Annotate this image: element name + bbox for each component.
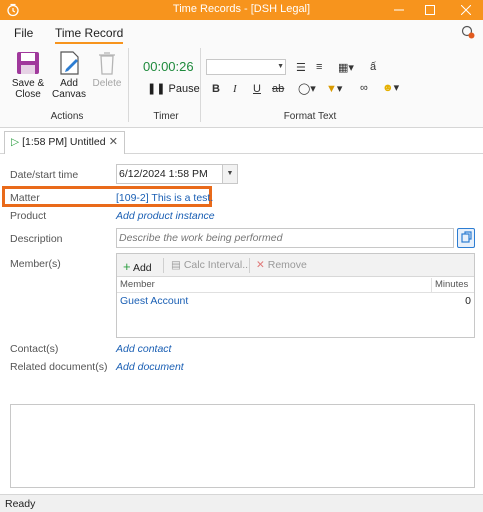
product-label: Product	[10, 210, 47, 222]
ribbon-divider	[200, 48, 201, 122]
font-size-select[interactable]: ▼	[206, 59, 286, 75]
description-input[interactable]: Describe the work being performed	[116, 228, 454, 248]
close-window-button[interactable]	[452, 0, 480, 20]
status-text: Ready	[5, 498, 36, 510]
close-tab-icon[interactable]: ✕	[109, 135, 118, 148]
description-label: Description	[10, 233, 63, 245]
members-grid: + Add ▤ Calc Interval... ✕ Remove Member…	[116, 253, 475, 338]
emoji-icon[interactable]: ☻▾	[382, 81, 399, 94]
date-start-value: 6/12/2024 1:58 PM	[119, 168, 208, 180]
related-documents-label: Related document(s)	[10, 361, 108, 373]
expand-editor-icon	[461, 231, 472, 243]
toolbar-divider	[163, 258, 164, 273]
strikethrough-button[interactable]: ab	[272, 83, 284, 95]
members-toolbar: + Add ▤ Calc Interval... ✕ Remove	[117, 254, 474, 277]
members-header: Member Minutes	[117, 278, 474, 293]
minimize-icon	[394, 9, 404, 11]
timer-display: 00:00:26	[143, 59, 194, 74]
link-icon[interactable]: ∞	[360, 82, 368, 94]
minutes-column-header[interactable]: Minutes	[435, 279, 468, 290]
delete-button[interactable]: Delete	[90, 50, 124, 89]
status-bar: Ready	[0, 494, 483, 512]
add-contact-link[interactable]: Add contact	[116, 343, 171, 355]
menu-time-record[interactable]: Time Record	[55, 26, 124, 44]
menu-file[interactable]: File	[14, 26, 33, 40]
add-document-link[interactable]: Add document	[116, 361, 184, 373]
title-bar: Time Records - [DSH Legal]	[0, 0, 483, 20]
menu-bar: File Time Record	[0, 20, 483, 44]
close-icon	[461, 5, 471, 15]
numbered-list-icon[interactable]: ≡	[316, 61, 322, 73]
help-settings-icon[interactable]	[461, 25, 475, 39]
bullet-list-icon[interactable]: ☰	[296, 61, 306, 74]
remove-member-button[interactable]: ✕ Remove	[256, 259, 307, 271]
tab-label: [1:58 PM] Untitled	[22, 136, 106, 148]
date-start-label: Date/start time	[10, 169, 79, 181]
play-icon: ▷	[11, 136, 20, 148]
date-start-field[interactable]: 6/12/2024 1:58 PM ▼	[116, 164, 238, 184]
ribbon: Save & Close Add Canvas Delete Actions 0…	[0, 44, 483, 128]
maximize-icon	[425, 5, 435, 15]
matter-link[interactable]: [109-2] This is a test.	[116, 192, 213, 204]
plus-icon: +	[123, 259, 131, 274]
pause-icon: ❚❚	[147, 83, 169, 95]
chevron-down-icon[interactable]: ▼	[222, 165, 237, 183]
calc-interval-button[interactable]: ▤ Calc Interval...	[171, 259, 251, 271]
add-canvas-icon	[60, 51, 79, 75]
member-name[interactable]: Guest Account	[120, 295, 188, 307]
trash-icon	[99, 52, 115, 75]
timer-group-label: Timer	[153, 111, 179, 122]
description-placeholder: Describe the work being performed	[119, 232, 283, 244]
save-icon	[17, 52, 39, 74]
table-row[interactable]: Guest Account 0	[117, 293, 474, 309]
matter-label: Matter	[10, 192, 40, 204]
ribbon-divider	[128, 48, 129, 122]
actions-group-label: Actions	[50, 111, 84, 122]
calculator-icon: ▤	[171, 259, 181, 271]
minimize-button[interactable]	[385, 0, 413, 20]
clear-format-icon[interactable]: ấ	[370, 61, 376, 73]
notes-editor[interactable]	[10, 404, 475, 488]
remove-x-icon: ✕	[256, 259, 265, 271]
members-label: Member(s)	[10, 258, 61, 270]
save-close-button[interactable]: Save & Close	[8, 50, 48, 100]
format-text-group-label: Format Text	[283, 111, 337, 122]
contacts-label: Contact(s)	[10, 343, 59, 355]
chevron-down-icon: ▼	[277, 63, 284, 70]
add-canvas-button[interactable]: Add Canvas	[50, 50, 88, 100]
table-icon[interactable]: ▦▾	[338, 61, 354, 74]
document-tab-strip: ▷ [1:58 PM] Untitled ✕	[0, 128, 483, 154]
add-member-button[interactable]: + Add	[123, 259, 152, 274]
member-column-header[interactable]: Member	[120, 279, 155, 290]
member-minutes[interactable]: 0	[465, 295, 471, 307]
italic-button[interactable]: I	[233, 83, 237, 95]
bold-button[interactable]: B	[212, 83, 220, 95]
tab-untitled-record[interactable]: ▷ [1:58 PM] Untitled ✕	[4, 131, 125, 154]
maximize-button[interactable]	[416, 0, 444, 20]
font-color-icon[interactable]: ◯▾	[298, 82, 316, 95]
underline-button[interactable]: U	[253, 83, 261, 95]
highlight-icon[interactable]: ▼▾	[326, 82, 342, 95]
toolbar-divider	[249, 258, 250, 273]
description-expand-button[interactable]	[457, 228, 475, 248]
pause-button[interactable]: ❚❚ Pause	[147, 82, 200, 95]
add-product-link[interactable]: Add product instance	[116, 210, 215, 222]
